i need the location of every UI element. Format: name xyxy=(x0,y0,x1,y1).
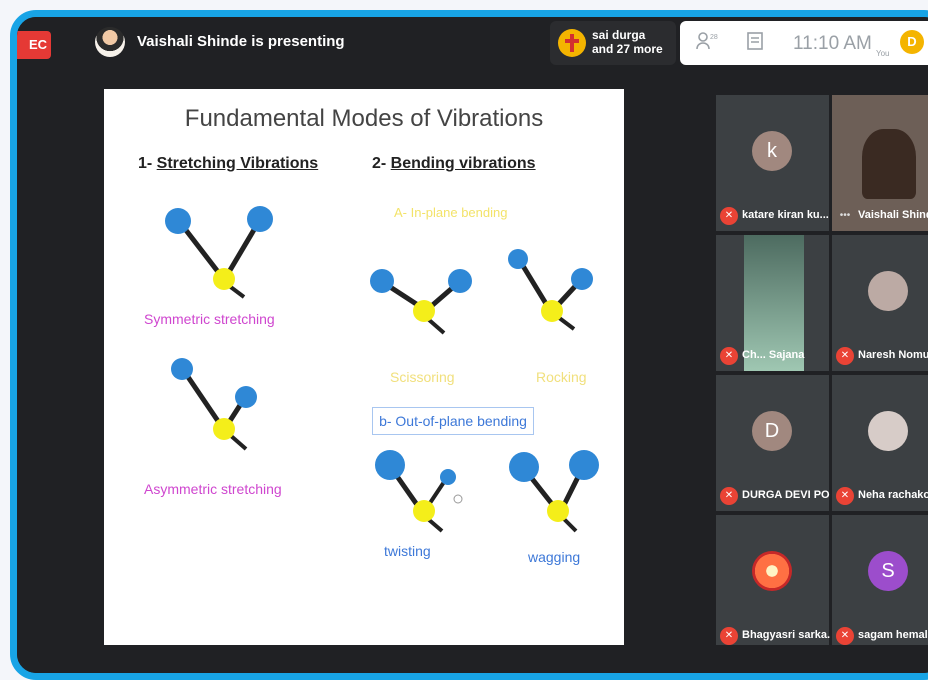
stretching-heading: 1- Stretching Vibrations xyxy=(138,155,318,173)
twisting-molecule-diagram xyxy=(375,450,463,533)
participant-name-row: ✕ Naresh Nomula xyxy=(836,347,928,365)
in-plane-label: A- In-plane bending xyxy=(394,205,508,220)
stretching-number: 1- xyxy=(138,155,157,172)
participant-name: Neha rachakonda xyxy=(858,489,928,501)
attendee-summary-button[interactable]: sai durga and 27 more xyxy=(550,21,676,65)
svg-text:28: 28 xyxy=(710,34,718,41)
rocking-label: Rocking xyxy=(536,369,587,385)
participant-name-row: ✕ katare kiran ku... xyxy=(720,207,829,225)
participant-photo-avatar xyxy=(752,551,792,591)
twisting-label: twisting xyxy=(384,543,431,559)
wagging-label: wagging xyxy=(528,549,581,565)
participant-name-row: ✕ Neha rachakonda xyxy=(836,487,928,505)
people-icon[interactable]: 28 xyxy=(696,31,718,53)
participant-photo-avatar xyxy=(868,411,908,451)
rocking-molecule-diagram xyxy=(508,249,593,331)
participant-name: DURGA DEVI PO... xyxy=(742,489,830,501)
stretching-title: Stretching Vibrations xyxy=(156,155,319,172)
participant-name: Bhagyasri sarka... xyxy=(742,629,830,641)
participant-tile[interactable]: k ✕ katare kiran ku... xyxy=(716,95,829,231)
participant-tile[interactable]: ✕ Naresh Nomula xyxy=(832,235,928,371)
recording-badge: EC xyxy=(17,31,51,59)
chat-icon[interactable] xyxy=(746,31,766,53)
scissoring-molecule-diagram xyxy=(370,269,472,335)
participant-name-row: ✕ Bhagyasri sarka... xyxy=(720,627,830,645)
participant-name-row: ••• Vaishali Shinde xyxy=(836,207,928,225)
clock: 11:10 AM xyxy=(793,33,872,54)
participant-tile[interactable]: ✕ Ch... Sajana xyxy=(716,235,829,371)
participant-name-row: ✕ DURGA DEVI PO... xyxy=(720,487,830,505)
bottom-bar xyxy=(17,645,928,673)
you-avatar[interactable]: D xyxy=(900,30,924,54)
mic-off-icon: ✕ xyxy=(836,487,854,505)
bending-heading: 2- Bending vibrations xyxy=(372,155,536,173)
participant-grid: k ✕ katare kiran ku... ••• Vaishali Shin… xyxy=(716,95,928,655)
participant-name: sagam hemalatha xyxy=(858,629,928,641)
participant-tile[interactable]: ••• Vaishali Shinde xyxy=(832,95,928,231)
participant-name-row: ✕ Ch... Sajana xyxy=(720,347,827,365)
meeting-window: EC Vaishali Shinde is presenting sai dur… xyxy=(10,10,928,680)
presenter-avatar xyxy=(95,27,125,57)
symmetric-molecule-diagram xyxy=(165,206,273,299)
bending-number: 2- xyxy=(372,155,391,172)
attendee-summary-text: sai durga and 27 more xyxy=(592,28,663,56)
mic-off-icon: ✕ xyxy=(720,207,738,225)
scissoring-label: Scissoring xyxy=(390,369,455,385)
more-dots-icon: ••• xyxy=(839,210,851,221)
presenting-status: Vaishali Shinde is presenting xyxy=(137,33,345,50)
bending-title: Bending vibrations xyxy=(390,155,536,172)
mic-off-icon: ✕ xyxy=(836,347,854,365)
participant-tile[interactable]: D ✕ DURGA DEVI PO... xyxy=(716,375,830,511)
asymmetric-molecule-diagram xyxy=(171,358,257,451)
mic-off-icon: ✕ xyxy=(720,347,738,365)
wagging-molecule-diagram xyxy=(509,450,599,533)
top-bar: EC Vaishali Shinde is presenting sai dur… xyxy=(17,17,928,73)
participant-avatar: D xyxy=(752,411,792,451)
participant-name: katare kiran ku... xyxy=(742,209,829,221)
you-label: You xyxy=(876,49,890,58)
slide-title: Fundamental Modes of Vibrations xyxy=(184,105,544,132)
meeting-controls: 28 11:10 AM You D xyxy=(680,21,928,65)
mic-off-icon: ✕ xyxy=(720,487,738,505)
mic-off-icon: ✕ xyxy=(836,627,854,645)
participant-avatar: k xyxy=(752,131,792,171)
participant-tile[interactable]: ✕ Bhagyasri sarka... xyxy=(716,515,830,651)
participant-name: Vaishali Shinde xyxy=(858,209,928,221)
attendee-avatar-icon xyxy=(558,29,586,57)
participant-tile[interactable]: ✕ Neha rachakonda xyxy=(832,375,928,511)
participant-name: Ch... Sajana xyxy=(742,349,805,361)
presentation-slide: Fundamental Modes of Vibrations 1- Stret… xyxy=(104,89,624,649)
out-of-plane-label: b- Out-of-plane bending xyxy=(372,407,534,435)
attendee-more: and 27 more xyxy=(592,42,663,56)
participant-name: Naresh Nomula xyxy=(858,349,928,361)
video-thumbnail-person xyxy=(862,129,916,199)
asymmetric-label: Asymmetric stretching xyxy=(144,481,282,497)
participant-tile[interactable]: S ✕ sagam hemalatha xyxy=(832,515,928,651)
participant-photo-avatar xyxy=(868,271,908,311)
symmetric-label: Symmetric stretching xyxy=(144,311,275,327)
participant-name-row: ✕ sagam hemalatha xyxy=(836,627,928,645)
attendee-name: sai durga xyxy=(592,28,646,42)
participant-avatar: S xyxy=(868,551,908,591)
mic-off-icon: ✕ xyxy=(720,627,738,645)
